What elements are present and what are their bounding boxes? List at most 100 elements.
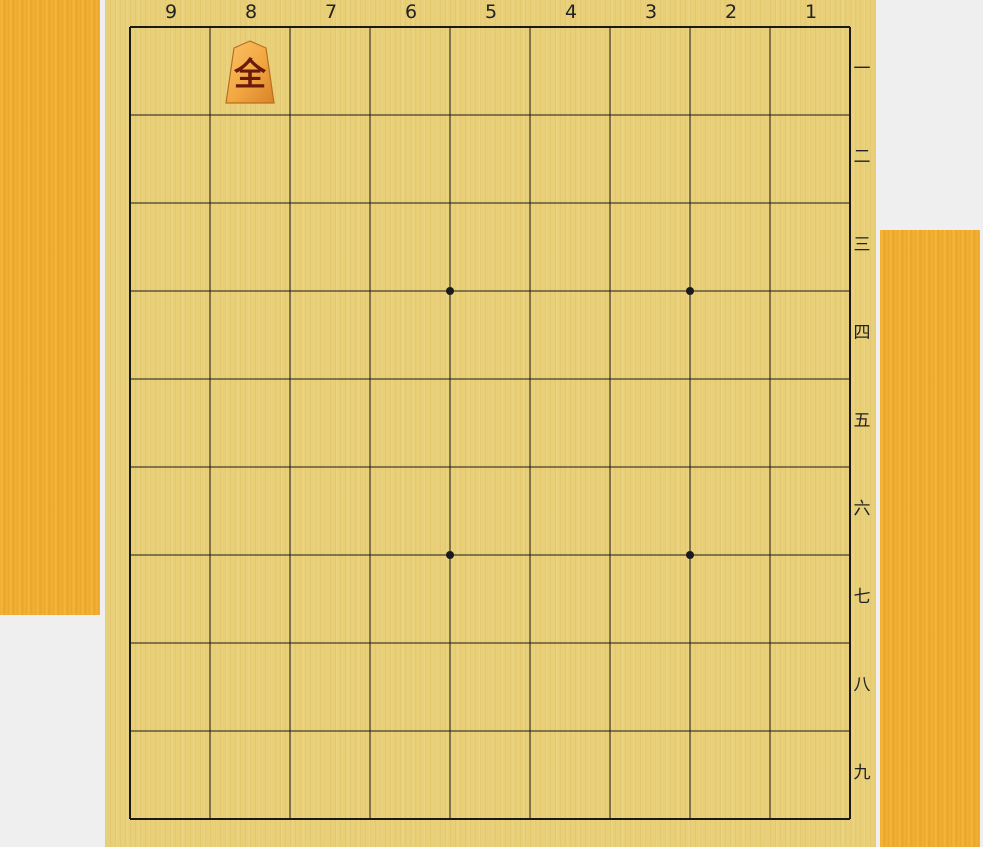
file-label: 6	[404, 1, 418, 23]
board-square[interactable]	[370, 291, 450, 379]
board-square[interactable]	[210, 467, 290, 555]
board-square[interactable]	[610, 115, 690, 203]
board-square[interactable]	[450, 115, 530, 203]
board-square[interactable]	[530, 115, 610, 203]
board-square[interactable]	[130, 27, 210, 115]
rank-label: 三	[853, 235, 871, 255]
file-label: 5	[484, 1, 498, 23]
board-square[interactable]	[770, 379, 850, 467]
board-square[interactable]	[770, 291, 850, 379]
board-square[interactable]	[210, 731, 290, 819]
board-square[interactable]	[370, 27, 450, 115]
board-square[interactable]	[610, 555, 690, 643]
board-square[interactable]	[450, 203, 530, 291]
rank-label: 六	[853, 499, 871, 519]
file-label: 8	[244, 1, 258, 23]
board-square[interactable]	[130, 379, 210, 467]
board-square[interactable]	[770, 203, 850, 291]
file-label: 1	[804, 1, 818, 23]
board-square[interactable]	[610, 379, 690, 467]
board-square[interactable]	[690, 115, 770, 203]
board-square[interactable]	[690, 379, 770, 467]
board-square[interactable]	[370, 115, 450, 203]
board-square[interactable]	[210, 379, 290, 467]
rank-label: 一	[853, 59, 871, 79]
board-square[interactable]	[530, 27, 610, 115]
board-square[interactable]	[450, 643, 530, 731]
board-square[interactable]	[530, 467, 610, 555]
rank-label: 五	[853, 411, 871, 431]
board-square[interactable]	[690, 291, 770, 379]
board-square[interactable]	[450, 555, 530, 643]
file-label: 3	[644, 1, 658, 23]
board-square[interactable]	[130, 643, 210, 731]
board-square[interactable]	[370, 467, 450, 555]
board-square[interactable]	[530, 203, 610, 291]
file-label: 4	[564, 1, 578, 23]
board-square[interactable]	[290, 467, 370, 555]
board-square[interactable]	[770, 467, 850, 555]
board-square[interactable]	[530, 643, 610, 731]
board-square[interactable]	[130, 731, 210, 819]
board-square[interactable]	[610, 291, 690, 379]
rank-label: 八	[853, 675, 871, 695]
board-square[interactable]	[370, 203, 450, 291]
board-square[interactable]	[770, 643, 850, 731]
board-square[interactable]	[290, 555, 370, 643]
board-square[interactable]	[130, 555, 210, 643]
board-square[interactable]	[290, 291, 370, 379]
board-square[interactable]	[690, 643, 770, 731]
board-square[interactable]	[290, 203, 370, 291]
board-square[interactable]	[290, 643, 370, 731]
file-label: 2	[724, 1, 738, 23]
board-square[interactable]	[370, 731, 450, 819]
board-square[interactable]	[770, 555, 850, 643]
board-square[interactable]	[290, 731, 370, 819]
rank-label: 九	[853, 763, 871, 783]
board-square[interactable]	[130, 115, 210, 203]
piece-character: 全	[233, 55, 266, 93]
board-square[interactable]	[530, 731, 610, 819]
board-square[interactable]	[450, 467, 530, 555]
board-square[interactable]	[370, 555, 450, 643]
board-square[interactable]	[210, 643, 290, 731]
board-square[interactable]	[130, 203, 210, 291]
board-square[interactable]	[530, 291, 610, 379]
board-square[interactable]	[690, 467, 770, 555]
board-square[interactable]	[610, 203, 690, 291]
board-square[interactable]	[690, 203, 770, 291]
board-square[interactable]	[770, 731, 850, 819]
file-label: 9	[164, 1, 178, 23]
board-square[interactable]	[610, 27, 690, 115]
board-square[interactable]	[690, 731, 770, 819]
board-square[interactable]	[450, 731, 530, 819]
board-square[interactable]	[210, 291, 290, 379]
rank-label: 二	[853, 147, 871, 167]
board-square[interactable]	[130, 291, 210, 379]
board-square[interactable]	[530, 555, 610, 643]
board-square[interactable]	[770, 115, 850, 203]
board-square[interactable]	[450, 291, 530, 379]
board-square[interactable]	[690, 555, 770, 643]
board-square[interactable]	[290, 27, 370, 115]
board-square[interactable]	[290, 379, 370, 467]
board-square[interactable]	[690, 27, 770, 115]
shogi-piece[interactable]: 全	[222, 39, 278, 105]
file-label: 7	[324, 1, 338, 23]
board-square[interactable]	[210, 203, 290, 291]
board-square[interactable]	[450, 379, 530, 467]
board-square[interactable]	[610, 731, 690, 819]
board-square[interactable]	[530, 379, 610, 467]
board-square[interactable]	[210, 115, 290, 203]
board-square[interactable]	[130, 467, 210, 555]
board-square[interactable]	[450, 27, 530, 115]
board-square[interactable]	[290, 115, 370, 203]
board-square[interactable]	[610, 467, 690, 555]
board-square[interactable]	[370, 379, 450, 467]
board-square[interactable]	[370, 643, 450, 731]
board-square[interactable]	[770, 27, 850, 115]
board-square[interactable]	[610, 643, 690, 731]
board-square[interactable]	[210, 555, 290, 643]
rank-label: 七	[853, 587, 871, 607]
rank-label: 四	[853, 323, 871, 343]
